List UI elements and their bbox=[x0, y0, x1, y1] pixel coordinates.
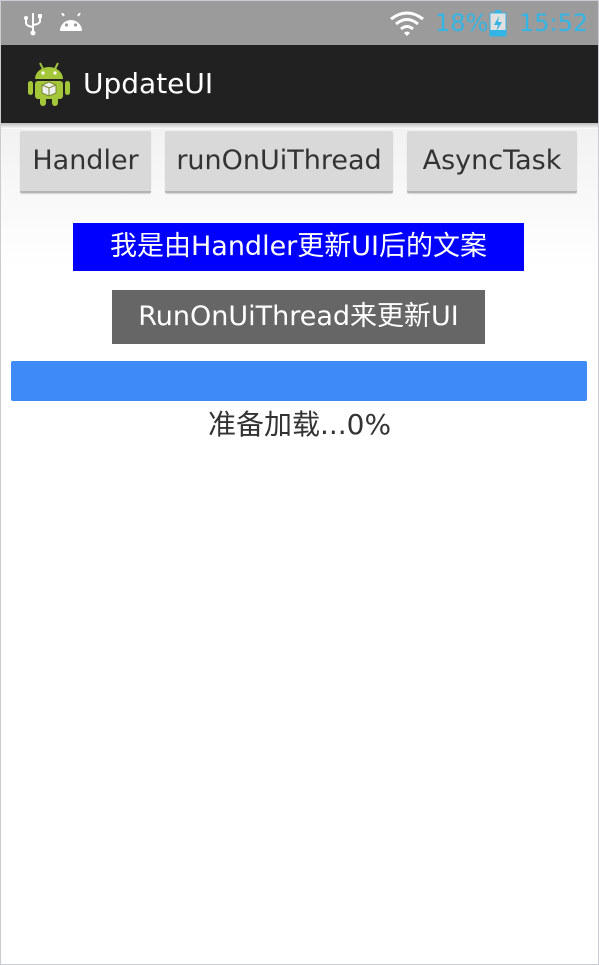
battery-icon bbox=[489, 10, 507, 37]
main-content: Handler runOnUiThread AsyncTask 我是由Handl… bbox=[1, 129, 598, 964]
handler-button[interactable]: Handler bbox=[20, 131, 151, 193]
status-bar: 18% 15:52 bbox=[1, 1, 598, 45]
progress-bar-fill bbox=[11, 361, 587, 401]
app-title: UpdateUI bbox=[83, 67, 214, 100]
usb-icon bbox=[24, 13, 42, 36]
progress-status-text: 准备加载...0% bbox=[207, 408, 392, 441]
android-robot-icon bbox=[28, 62, 70, 106]
wifi-icon bbox=[390, 11, 424, 36]
async-task-button[interactable]: AsyncTask bbox=[407, 131, 577, 193]
progress-bar bbox=[11, 361, 587, 401]
run-on-ui-thread-button[interactable]: runOnUiThread bbox=[165, 131, 393, 193]
android-debug-icon bbox=[60, 13, 82, 31]
action-bar: UpdateUI bbox=[1, 45, 598, 123]
status-clock: 15:52 bbox=[519, 9, 589, 37]
battery-percent: 18% bbox=[435, 9, 489, 37]
app-window: 18% 15:52 UpdateUI Handler runOnUiThread… bbox=[0, 0, 599, 965]
run-on-ui-result-label: RunOnUiThread来更新UI bbox=[112, 290, 485, 344]
handler-result-label: 我是由Handler更新UI后的文案 bbox=[73, 223, 524, 271]
